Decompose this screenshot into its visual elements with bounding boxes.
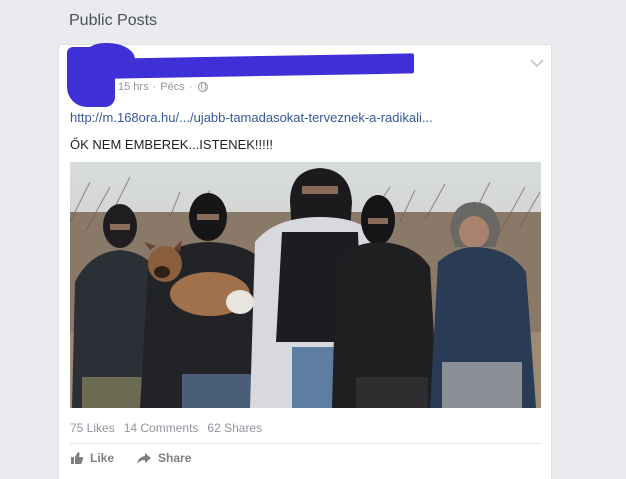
post-meta: 15 hrs · Pécs ·: [118, 81, 209, 93]
like-button[interactable]: Like: [70, 451, 114, 465]
shares-count[interactable]: 62 Shares: [207, 421, 262, 435]
post-actions: Like Share: [70, 451, 191, 465]
post-card: 15 hrs · Pécs · http://m.168ora.hu/.../u…: [58, 43, 552, 479]
share-arrow-icon: [137, 452, 152, 464]
share-label: Share: [158, 451, 192, 465]
redacted-author-name: [114, 53, 414, 79]
engagement-stats: 75 Likes 14 Comments 62 Shares: [70, 421, 262, 435]
likes-count[interactable]: 75 Likes: [70, 421, 115, 435]
post-photo[interactable]: [70, 162, 541, 408]
post-time[interactable]: 15 hrs: [118, 81, 149, 93]
chevron-down-icon[interactable]: [529, 57, 545, 69]
thumbs-up-icon: [71, 452, 84, 464]
post-location[interactable]: Pécs: [160, 81, 184, 93]
photo-illustration: [70, 162, 541, 408]
comments-count[interactable]: 14 Comments: [124, 421, 199, 435]
divider: [70, 443, 541, 444]
section-title: Public Posts: [69, 12, 158, 29]
share-button[interactable]: Share: [136, 451, 191, 465]
post-text: ŐK NEM EMBEREK...ISTENEK!!!!!: [70, 137, 273, 152]
like-label: Like: [90, 451, 115, 465]
globe-icon[interactable]: [198, 82, 209, 92]
meta-separator: ·: [152, 81, 157, 93]
meta-separator: ·: [188, 81, 193, 93]
post-link[interactable]: http://m.168ora.hu/.../ujabb-tamadasokat…: [70, 110, 433, 125]
